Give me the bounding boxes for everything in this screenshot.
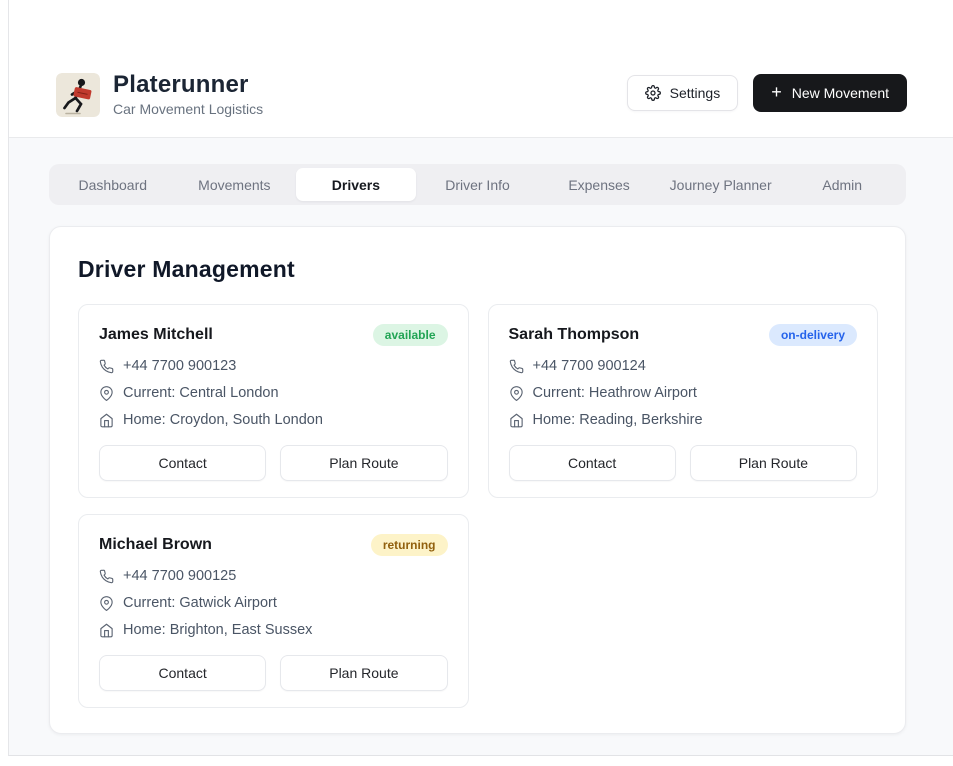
driver-current-location-line: Current: Heathrow Airport [509,385,858,401]
tab-admin[interactable]: Admin [782,168,902,201]
status-badge: available [372,324,448,346]
settings-button-label: Settings [669,85,721,101]
driver-current-location: Current: Heathrow Airport [532,385,697,401]
gear-icon [644,85,661,101]
tab-label: Journey Planner [669,176,772,193]
tab-expenses[interactable]: Expenses [539,168,659,201]
tab-label: Expenses [568,176,630,193]
driver-card: Michael Brown returning +44 7700 900125 … [78,514,469,708]
header-actions: Settings + New Movement [626,74,907,112]
home-icon [100,413,113,427]
tab-label: Dashboard [78,176,148,193]
tab-drivers[interactable]: Drivers [296,168,416,201]
phone-icon [99,359,114,373]
tab-bar: Dashboard Movements Drivers Driver Info … [49,164,906,205]
tab-dashboard[interactable]: Dashboard [53,168,173,201]
map-pin-icon [100,595,113,611]
tab-label: Movements [198,176,271,193]
driver-phone: +44 7700 900125 [123,568,237,584]
page-title: Driver Management [78,256,295,282]
driver-home-location-line: Home: Reading, Berkshire [509,412,858,428]
settings-button[interactable]: Settings [626,75,739,111]
contact-button[interactable]: Contact [99,445,267,481]
driver-phone: +44 7700 900124 [532,358,646,374]
driver-current-location-line: Current: Gatwick Airport [99,595,448,611]
driver-card-header: Michael Brown returning [99,534,448,556]
contact-button[interactable]: Contact [508,445,676,481]
phone-icon [509,359,523,373]
page-body: Dashboard Movements Drivers Driver Info … [9,138,953,755]
brand: Platerunner Car Movement Logistics [56,72,263,117]
tab-label: Driver Info [445,176,510,193]
app-header: Platerunner Car Movement Logistics Setti… [9,0,953,138]
driver-card-actions: Contact Plan Route [99,445,448,481]
tab-driver-info[interactable]: Driver Info [418,168,538,201]
home-icon [100,623,113,637]
tab-label: Drivers [331,176,381,193]
driver-card-actions: Contact Plan Route [508,445,857,481]
driver-phone: +44 7700 900123 [123,358,237,374]
driver-card-actions: Contact Plan Route [99,655,448,691]
driver-phone-line: +44 7700 900123 [99,358,448,374]
driver-card-header: James Mitchell available [99,324,448,346]
driver-name: Michael Brown [99,536,212,553]
running-courier-with-plate-icon [56,72,100,117]
driver-current-location: Current: Central London [123,385,279,401]
driver-card-header: Sarah Thompson on-delivery [508,324,857,346]
app-subtitle: Car Movement Logistics [113,101,264,118]
driver-home-location: Home: Reading, Berkshire [532,412,703,428]
driver-home-location: Home: Croydon, South London [123,412,323,428]
new-movement-button-label: New Movement [791,85,889,101]
driver-name: James Mitchell [99,326,213,343]
map-pin-icon [100,385,113,401]
app-title: Platerunner [113,71,249,98]
driver-card: James Mitchell available +44 7700 900123… [78,304,469,498]
driver-card: Sarah Thompson on-delivery +44 7700 9001… [487,304,878,498]
plan-route-button[interactable]: Plan Route [280,445,448,481]
plan-route-button[interactable]: Plan Route [689,445,857,481]
driver-current-location-line: Current: Central London [99,385,448,401]
driver-phone-line: +44 7700 900125 [99,568,448,584]
contact-button[interactable]: Contact [99,655,267,691]
driver-current-location: Current: Gatwick Airport [123,595,277,611]
phone-icon [99,569,114,583]
brand-text: Platerunner Car Movement Logistics [113,72,263,117]
driver-home-location-line: Home: Brighton, East Sussex [99,622,448,638]
driver-phone-line: +44 7700 900124 [509,358,858,374]
driver-grid: James Mitchell available +44 7700 900123… [78,304,878,708]
tab-movements[interactable]: Movements [175,168,295,201]
plus-icon: + [771,82,782,102]
tab-journey-planner[interactable]: Journey Planner [661,168,781,201]
driver-management-panel: Driver Management James Mitchell availab… [49,226,906,734]
driver-home-location: Home: Brighton, East Sussex [123,622,313,638]
app-window: Platerunner Car Movement Logistics Setti… [8,0,953,756]
driver-home-location-line: Home: Croydon, South London [99,412,448,428]
map-pin-icon [509,385,523,401]
driver-name: Sarah Thompson [508,326,640,343]
home-icon [509,413,523,427]
new-movement-button[interactable]: + New Movement [753,74,907,112]
browser-viewport: Platerunner Car Movement Logistics Setti… [0,0,953,766]
status-badge: on-delivery [768,324,857,346]
plan-route-button[interactable]: Plan Route [280,655,448,691]
tab-label: Admin [822,176,863,193]
status-badge: returning [370,534,448,556]
